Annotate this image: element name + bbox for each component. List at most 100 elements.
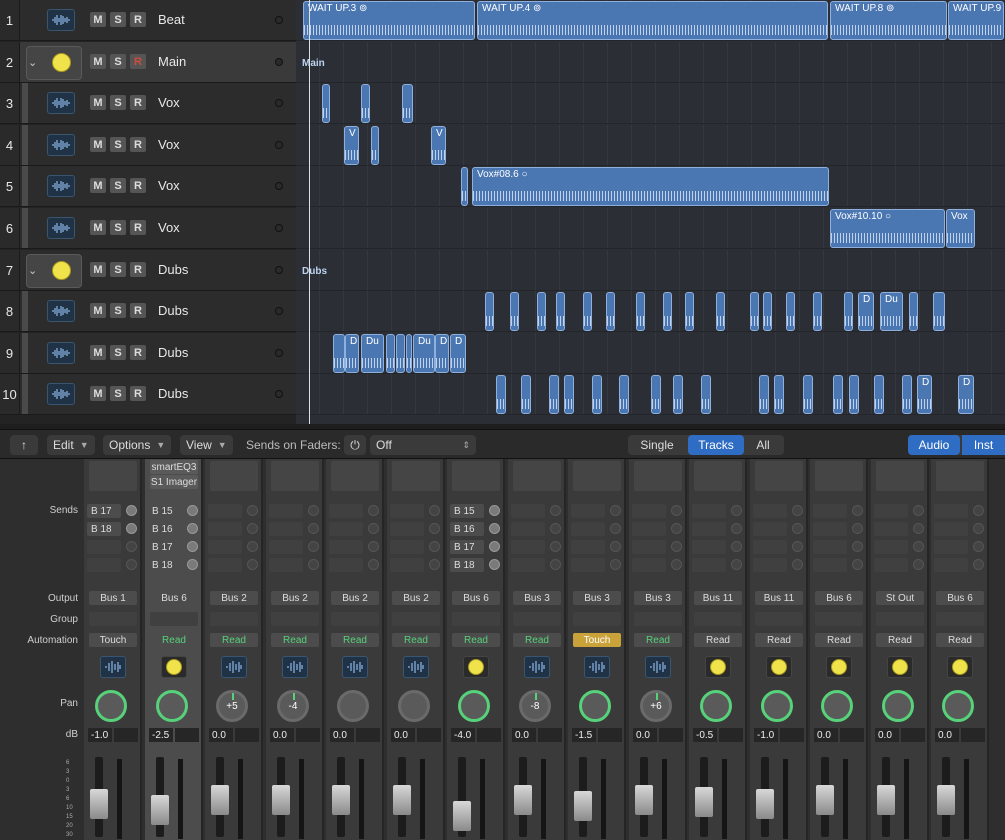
send-level-knob[interactable] [610, 559, 621, 570]
empty-send-slot[interactable] [571, 504, 605, 518]
mute-button[interactable]: M [90, 12, 106, 27]
group-slot[interactable] [573, 612, 621, 626]
audio-region[interactable]: D [450, 334, 466, 373]
send-level-knob[interactable] [610, 523, 621, 534]
send-level-knob[interactable] [308, 505, 319, 516]
audio-region[interactable]: Vox#10.10 ○ [830, 209, 945, 248]
audio-region[interactable] [663, 292, 672, 331]
track-icon[interactable] [47, 300, 75, 322]
output-slot[interactable]: St Out [876, 591, 924, 605]
send-level-knob[interactable] [368, 505, 379, 516]
send-level-knob[interactable] [852, 541, 863, 552]
audio-region[interactable] [386, 334, 395, 373]
send-level-knob[interactable] [247, 559, 258, 570]
send-level-knob[interactable] [187, 505, 198, 516]
db-readout[interactable]: -2.5 [149, 728, 173, 742]
empty-send-slot[interactable] [511, 504, 545, 518]
record-enable-dot[interactable] [275, 58, 283, 66]
send-level-knob[interactable] [852, 505, 863, 516]
group-slot[interactable] [936, 612, 984, 626]
solo-button[interactable]: S [110, 220, 126, 235]
empty-send-slot[interactable] [934, 558, 968, 572]
audio-region[interactable] [651, 375, 661, 414]
volume-fader-cap[interactable] [574, 791, 592, 821]
send-level-knob[interactable] [368, 523, 379, 534]
empty-send-slot[interactable] [329, 522, 363, 536]
empty-send-slot[interactable] [753, 558, 787, 572]
volume-fader-cap[interactable] [151, 795, 169, 825]
pan-knob[interactable] [398, 690, 430, 722]
output-slot[interactable]: Bus 11 [694, 591, 742, 605]
send-level-knob[interactable] [187, 523, 198, 534]
audio-region[interactable] [333, 334, 345, 373]
send-level-knob[interactable] [792, 559, 803, 570]
channel-strip[interactable]: Bus 6 Read 0.0 [810, 459, 868, 840]
volume-fader-track[interactable] [453, 757, 471, 837]
empty-send-slot[interactable] [269, 504, 303, 518]
send-level-knob[interactable] [731, 559, 742, 570]
mute-button[interactable]: M [90, 95, 106, 110]
send-slot[interactable]: B 18 [450, 558, 484, 572]
track-header[interactable]: 3 M S R Vox [0, 83, 296, 124]
empty-send-slot[interactable] [874, 522, 908, 536]
empty-send-slot[interactable] [269, 558, 303, 572]
db-readout[interactable]: 0.0 [209, 728, 233, 742]
track-icon[interactable] [47, 217, 75, 239]
send-level-knob[interactable] [550, 505, 561, 516]
volume-fader-track[interactable] [393, 757, 411, 837]
send-level-knob[interactable] [368, 559, 379, 570]
record-enable-dot[interactable] [275, 16, 283, 24]
pan-knob[interactable] [821, 690, 853, 722]
mute-button[interactable]: M [90, 220, 106, 235]
group-slot[interactable] [755, 612, 803, 626]
audio-region[interactable] [803, 375, 813, 414]
send-slot[interactable]: B 18 [148, 558, 182, 572]
output-slot[interactable]: Bus 3 [513, 591, 561, 605]
empty-send-slot[interactable] [753, 522, 787, 536]
send-level-knob[interactable] [126, 505, 137, 516]
mute-button[interactable]: M [90, 303, 106, 318]
group-slot[interactable] [210, 612, 258, 626]
empty-send-slot[interactable] [874, 504, 908, 518]
empty-send-slot[interactable] [87, 540, 121, 554]
empty-send-slot[interactable] [329, 540, 363, 554]
insert-slot[interactable] [936, 461, 984, 491]
volume-fader-cap[interactable] [877, 785, 895, 815]
send-level-knob[interactable] [792, 541, 803, 552]
empty-send-slot[interactable] [87, 558, 121, 572]
arrange-area[interactable]: WAIT UP.3 ⊚ WAIT UP.4 ⊚ WAIT UP.8 ⊚ WAIT UP… [296, 0, 1005, 424]
automation-mode[interactable]: Read [634, 633, 682, 647]
db-readout[interactable]: 0.0 [633, 728, 657, 742]
insert-slot[interactable] [271, 461, 319, 491]
all-button[interactable]: All [746, 435, 780, 455]
insert-slot[interactable] [634, 461, 682, 491]
db-readout[interactable]: -0.5 [693, 728, 717, 742]
empty-send-slot[interactable] [632, 540, 666, 554]
insert-slot[interactable] [876, 461, 924, 491]
mute-button[interactable]: M [90, 54, 106, 69]
edit-menu[interactable]: Edit ▼ [47, 435, 95, 455]
empty-send-slot[interactable] [632, 522, 666, 536]
track-icon[interactable] [47, 383, 75, 405]
send-level-knob[interactable] [308, 559, 319, 570]
single-button[interactable]: Single [632, 435, 682, 455]
send-slot[interactable]: B 16 [148, 522, 182, 536]
empty-send-slot[interactable] [208, 558, 242, 572]
audio-region[interactable] [619, 375, 629, 414]
insert-slot[interactable] [513, 461, 561, 491]
group-slot[interactable] [271, 612, 319, 626]
channel-strip[interactable]: B 15 B 16 B 17 B 18 Bus 6 Read -4.0 [447, 459, 505, 840]
empty-send-slot[interactable] [874, 558, 908, 572]
audio-region[interactable]: WAIT UP.8 ⊚ [830, 1, 947, 40]
volume-fader-track[interactable] [272, 757, 290, 837]
audio-region[interactable]: D [958, 375, 974, 414]
db-readout[interactable]: 0.0 [875, 728, 899, 742]
mute-button[interactable]: M [90, 178, 106, 193]
insert-slot[interactable] [755, 461, 803, 491]
db-readout[interactable]: 0.0 [512, 728, 536, 742]
empty-send-slot[interactable] [390, 522, 424, 536]
automation-mode[interactable]: Touch [89, 633, 137, 647]
audio-region[interactable] [406, 334, 412, 373]
audio-region[interactable] [833, 375, 843, 414]
record-button[interactable]: R [130, 137, 146, 152]
